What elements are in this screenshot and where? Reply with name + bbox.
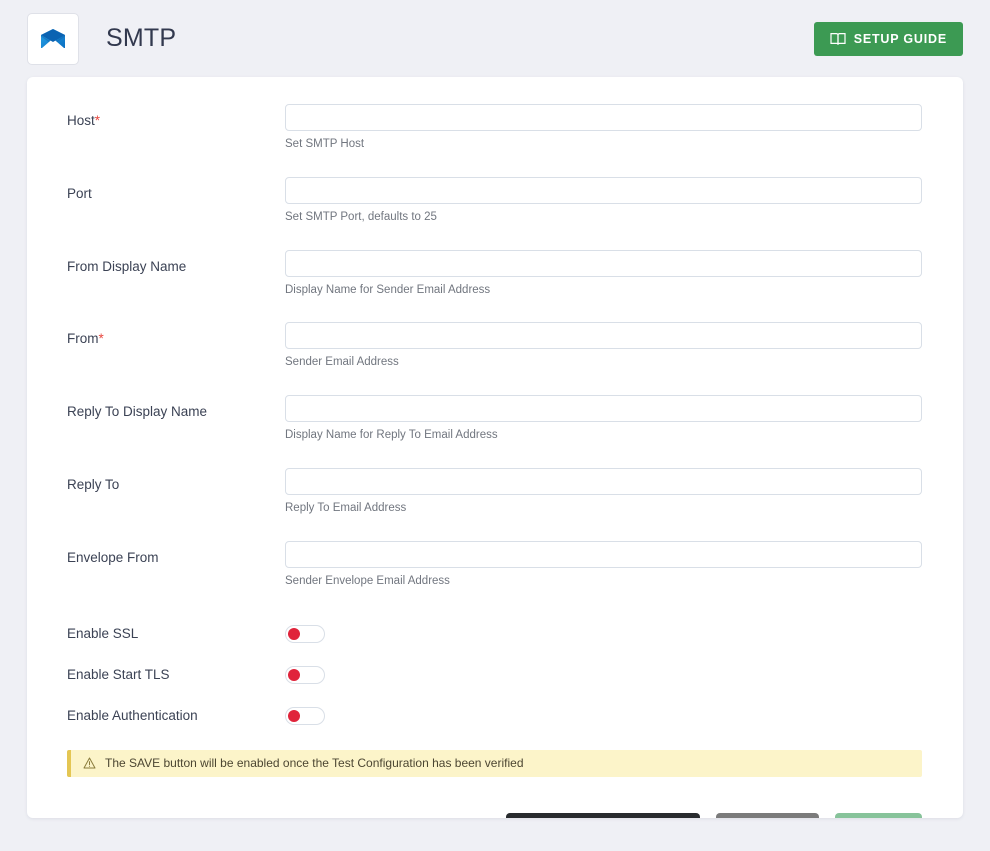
enable-ssl-toggle[interactable] xyxy=(285,625,325,644)
field-label-port-text: Port xyxy=(67,185,92,201)
field-label-envelope-from: Envelope From xyxy=(67,541,285,567)
help-text-reply-to: Reply To Email Address xyxy=(285,501,407,514)
field-control-reply-to-display-name: Display Name for Reply To Email Address xyxy=(285,395,922,443)
field-control-port: Set SMTP Port, defaults to 25 xyxy=(285,176,922,225)
field-row-reply-to-display-name: Reply To Display Name Display Name for R… xyxy=(27,395,963,443)
reply-to-input[interactable] xyxy=(285,467,922,495)
help-text-reply-to-display-name: Display Name for Reply To Email Address xyxy=(285,429,498,442)
test-configuration-button[interactable]: TEST CONFIGURATION xyxy=(505,812,700,818)
field-label-reply-to-display-name-text: Reply To Display Name xyxy=(67,404,208,420)
field-row-envelope-from: Envelope From Sender Envelope Email Addr… xyxy=(27,540,963,589)
field-row-host: Host* Set SMTP Host xyxy=(27,104,963,152)
field-label-reply-to-text: Reply To xyxy=(67,476,120,492)
warning-message: The SAVE button will be enabled once the… xyxy=(105,756,524,771)
warning-triangle-icon xyxy=(83,757,96,769)
help-text-envelope-from: Sender Envelope Email Address xyxy=(285,574,450,587)
port-input[interactable] xyxy=(285,176,922,204)
field-control-from-display-name: Display Name for Sender Email Address xyxy=(285,249,922,298)
field-row-from: From* Sender Email Address xyxy=(27,322,963,370)
form-actions: TEST CONFIGURATION CANCEL SAVE xyxy=(27,777,963,818)
field-label-enable-start-tls: Enable Start TLS xyxy=(67,667,170,683)
field-label-from-display-name: From Display Name xyxy=(67,250,285,276)
toggle-row-enable-ssl: Enable SSL xyxy=(27,614,963,655)
field-row-from-display-name: From Display Name Display Name for Sende… xyxy=(27,249,963,298)
smtp-form: Host* Set SMTP Host Port Set SMTP Port, … xyxy=(27,77,963,818)
field-label-from-display-name-text: From Display Name xyxy=(67,258,187,274)
host-input[interactable] xyxy=(285,104,922,131)
toggle-knob xyxy=(288,669,300,682)
field-label-envelope-from-text: Envelope From xyxy=(67,549,159,565)
toggle-knob xyxy=(288,710,300,723)
field-control-host: Set SMTP Host xyxy=(285,104,922,152)
enable-start-tls-toggle[interactable] xyxy=(285,666,325,685)
book-icon xyxy=(830,32,846,46)
field-control-envelope-from: Sender Envelope Email Address xyxy=(285,540,922,589)
help-text-from-display-name: Display Name for Sender Email Address xyxy=(285,283,491,296)
from-display-name-input[interactable] xyxy=(285,249,922,277)
required-marker: * xyxy=(94,113,101,128)
reply-to-display-name-input[interactable] xyxy=(285,395,922,423)
help-text-port: Set SMTP Port, defaults to 25 xyxy=(285,210,437,223)
help-text-from: Sender Email Address xyxy=(285,356,399,369)
enable-authentication-toggle[interactable] xyxy=(285,707,325,726)
toggle-row-enable-authentication: Enable Authentication xyxy=(27,696,963,737)
field-label-reply-to-display-name: Reply To Display Name xyxy=(67,395,285,421)
envelope-from-input[interactable] xyxy=(285,540,922,568)
app-icon-container xyxy=(27,12,79,65)
setup-guide-button[interactable]: SETUP GUIDE xyxy=(813,22,963,56)
field-label-reply-to: Reply To xyxy=(67,468,285,494)
field-label-host: Host* xyxy=(67,104,285,130)
setup-guide-label: SETUP GUIDE xyxy=(853,32,947,46)
field-label-from: From* xyxy=(67,322,285,348)
toggle-knob xyxy=(288,628,300,641)
required-marker: * xyxy=(98,331,104,347)
from-input[interactable] xyxy=(285,322,922,350)
cancel-button[interactable]: CANCEL xyxy=(715,812,820,818)
envelope-icon xyxy=(40,28,66,49)
save-button[interactable]: SAVE xyxy=(835,812,922,818)
warning-wrapper: The SAVE button will be enabled once the… xyxy=(27,737,963,777)
field-label-host-text: Host xyxy=(67,113,95,128)
smtp-settings-card: Host* Set SMTP Host Port Set SMTP Port, … xyxy=(27,77,963,818)
toggle-row-enable-start-tls: Enable Start TLS xyxy=(27,655,963,696)
field-row-port: Port Set SMTP Port, defaults to 25 xyxy=(27,176,963,225)
page-header: SMTP SETUP GUIDE xyxy=(0,0,990,77)
field-label-port: Port xyxy=(67,177,285,203)
field-label-from-text: From xyxy=(67,331,99,347)
save-disabled-warning: The SAVE button will be enabled once the… xyxy=(67,749,922,777)
help-text-host: Set SMTP Host xyxy=(285,138,365,150)
page-title: SMTP xyxy=(106,24,177,52)
field-control-reply-to: Reply To Email Address xyxy=(285,467,922,516)
field-row-reply-to: Reply To Reply To Email Address xyxy=(27,467,963,516)
field-control-from: Sender Email Address xyxy=(285,322,922,370)
field-label-enable-ssl: Enable SSL xyxy=(67,626,139,642)
field-label-enable-authentication: Enable Authentication xyxy=(67,708,198,724)
